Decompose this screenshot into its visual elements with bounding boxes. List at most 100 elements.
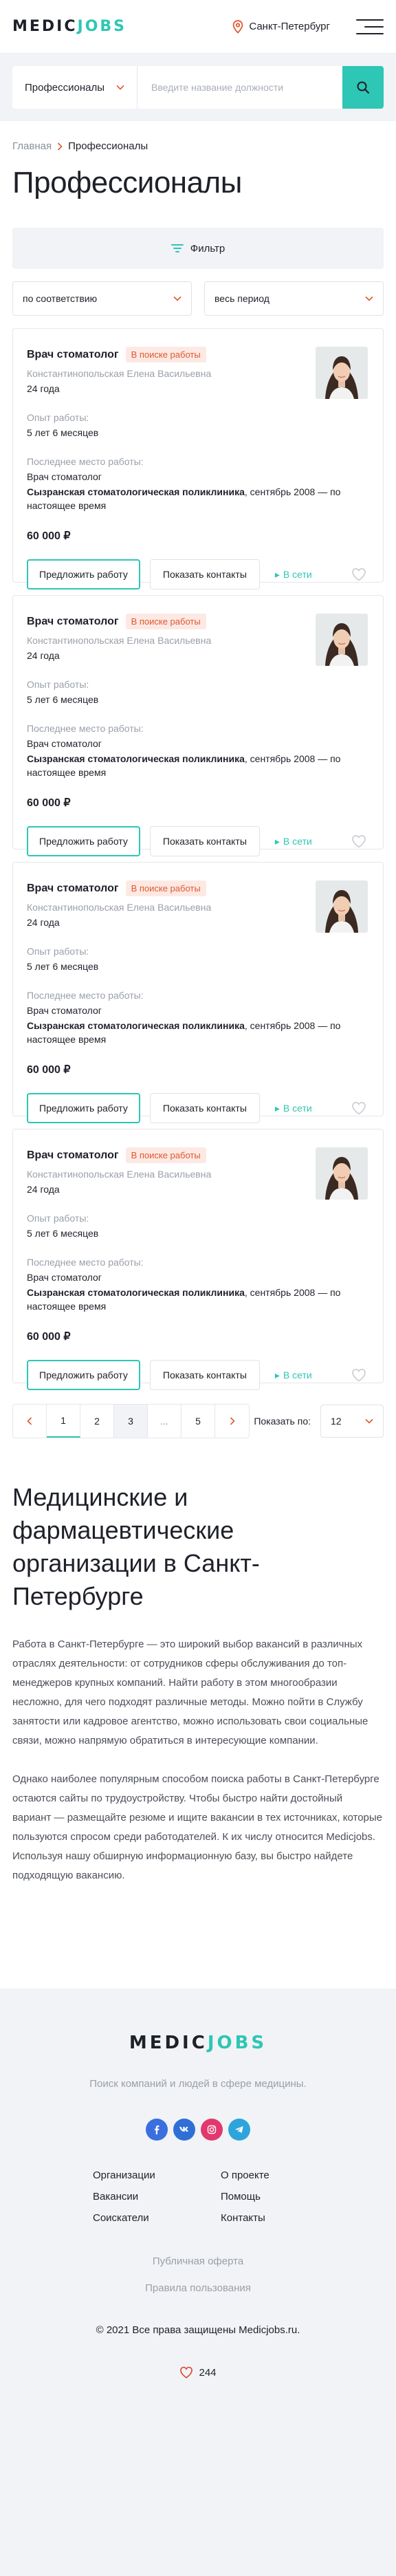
heart-icon[interactable] — [351, 1368, 366, 1382]
footer-link-vacancies[interactable]: Вакансии — [93, 2191, 221, 2202]
last-position: Врач стоматолог — [27, 738, 102, 749]
experience-label: Опыт работы: — [27, 679, 89, 690]
filter-button[interactable]: Фильтр — [12, 228, 384, 269]
last-workplace: Сызранская стоматологическая поликлиника… — [27, 1019, 369, 1046]
vk-icon[interactable] — [173, 2119, 195, 2141]
avatar — [316, 880, 368, 933]
candidate-card[interactable]: Врач стоматолог В поиске работы Констант… — [12, 862, 384, 1123]
prev-page-button[interactable] — [13, 1405, 47, 1438]
show-contacts-button[interactable]: Показать контакты — [149, 1360, 260, 1390]
heart-icon[interactable] — [351, 1101, 366, 1115]
seo-title: Медицинские и фармацевтические организац… — [12, 1483, 260, 1610]
city-name: Санкт-Петербург — [249, 21, 330, 32]
footer-link-help[interactable]: Помощь — [221, 2191, 303, 2202]
facebook-icon[interactable] — [146, 2119, 168, 2141]
candidate-position-title[interactable]: Врач стоматолог — [27, 616, 119, 628]
sort-order-select[interactable]: по соответствию — [12, 281, 192, 316]
offer-job-button[interactable]: Предложить работу — [27, 559, 140, 589]
instagram-icon[interactable] — [201, 2119, 223, 2141]
next-page-button[interactable] — [215, 1405, 249, 1438]
candidate-position-title[interactable]: Врач стоматолог — [27, 349, 119, 361]
per-page-value: 12 — [331, 1416, 342, 1427]
offer-job-button[interactable]: Предложить работу — [27, 1093, 140, 1123]
candidate-list: Врач стоматолог В поиске работы Констант… — [12, 328, 384, 1390]
candidate-card[interactable]: Врач стоматолог В поиске работы Констант… — [12, 595, 384, 856]
social-links — [0, 2119, 396, 2141]
salary: 60 000 ₽ — [27, 1064, 71, 1076]
online-status: ▸ В сети — [275, 569, 312, 581]
online-label: В сети — [283, 836, 312, 847]
footer-link-candidates[interactable]: Соискатели — [93, 2212, 221, 2224]
likes-counter[interactable]: 244 — [0, 2366, 396, 2379]
show-contacts-button[interactable]: Показать контакты — [149, 826, 260, 856]
breadcrumb: Главная Профессионалы — [12, 140, 384, 152]
footer-logo[interactable]: MEDICJOBS — [0, 2033, 396, 2053]
pagination-row: 1 2 3 ... 5 Показать по: 12 — [12, 1404, 384, 1438]
status-badge: В поиске работы — [125, 614, 206, 629]
logo-text-medic: MEDIC — [12, 18, 78, 35]
online-status: ▸ В сети — [275, 1103, 312, 1114]
candidate-position-title[interactable]: Врач стоматолог — [27, 1149, 119, 1162]
hamburger-menu-icon[interactable] — [356, 19, 384, 35]
last-place-label: Последнее место работы: — [27, 1257, 144, 1268]
experience-value: 5 лет 6 месяцев — [27, 694, 99, 705]
last-place-label: Последнее место работы: — [27, 456, 144, 467]
page-5[interactable]: 5 — [182, 1405, 215, 1438]
offer-job-button[interactable]: Предложить работу — [27, 826, 140, 856]
candidate-card[interactable]: Врач стоматолог В поиске работы Констант… — [12, 1129, 384, 1390]
footer-link-contacts[interactable]: Контакты — [221, 2212, 303, 2224]
heart-icon[interactable] — [351, 567, 366, 581]
telegram-icon[interactable] — [228, 2119, 250, 2141]
show-contacts-button[interactable]: Показать контакты — [149, 559, 260, 589]
clinic-name: Сызранская стоматологическая поликлиника — [27, 1020, 245, 1031]
avatar — [316, 1147, 368, 1200]
search-input[interactable] — [138, 66, 342, 109]
footer-tagline: Поиск компаний и людей в сфере медицины. — [89, 2078, 307, 2090]
heart-icon[interactable] — [351, 834, 366, 848]
city-selector[interactable]: Санкт-Петербург — [232, 19, 330, 34]
logo-text-jobs: JOBS — [207, 2033, 267, 2053]
chevron-down-icon — [365, 296, 373, 301]
online-label: В сети — [283, 1370, 312, 1381]
page-2[interactable]: 2 — [80, 1405, 114, 1438]
experience-label: Опыт работы: — [27, 1213, 89, 1224]
online-dot-icon: ▸ — [274, 1102, 280, 1114]
main-content: Главная Профессионалы Профессионалы Филь… — [0, 140, 396, 1885]
page-3[interactable]: 3 — [114, 1405, 148, 1438]
last-workplace: Сызранская стоматологическая поликлиника… — [27, 752, 369, 779]
salary: 60 000 ₽ — [27, 1331, 71, 1343]
chevron-left-icon — [27, 1417, 32, 1425]
last-place-label: Последнее место работы: — [27, 723, 144, 734]
experience-value: 5 лет 6 месяцев — [27, 427, 99, 438]
page-1[interactable]: 1 — [47, 1405, 80, 1438]
online-label: В сети — [283, 1103, 312, 1114]
online-status: ▸ В сети — [275, 1370, 312, 1381]
public-offer-link[interactable]: Публичная оферта — [0, 2255, 396, 2267]
last-position: Врач стоматолог — [27, 1272, 102, 1283]
terms-of-use-link[interactable]: Правила пользования — [0, 2282, 396, 2294]
show-contacts-button[interactable]: Показать контакты — [149, 1093, 260, 1123]
footer-link-organizations[interactable]: Организации — [93, 2169, 221, 2181]
sort-period-select[interactable]: весь период — [204, 281, 384, 316]
search-category-select[interactable]: Профессионалы — [12, 66, 138, 109]
footer-links: Организации О проекте Вакансии Помощь Со… — [0, 2169, 396, 2224]
chevron-right-icon — [230, 1417, 235, 1425]
search-button[interactable] — [342, 66, 384, 109]
logo-text-jobs: JOBS — [77, 18, 127, 35]
candidate-card[interactable]: Врач стоматолог В поиске работы Констант… — [12, 328, 384, 589]
chevron-down-icon — [365, 1418, 373, 1424]
site-logo[interactable]: MEDICJOBS — [12, 18, 126, 35]
candidate-position-title[interactable]: Врач стоматолог — [27, 883, 119, 895]
breadcrumb-home-link[interactable]: Главная — [12, 140, 52, 152]
online-dot-icon: ▸ — [274, 835, 280, 847]
footer-link-about[interactable]: О проекте — [221, 2169, 303, 2181]
per-page-select[interactable]: 12 — [320, 1405, 384, 1438]
avatar — [316, 347, 368, 399]
offer-job-button[interactable]: Предложить работу — [27, 1360, 140, 1390]
salary: 60 000 ₽ — [27, 530, 71, 542]
candidate-photo — [316, 1147, 368, 1200]
site-footer: MEDICJOBS Поиск компаний и людей в сфере… — [0, 1989, 396, 2576]
candidate-photo — [316, 614, 368, 666]
online-status: ▸ В сети — [275, 836, 312, 847]
breadcrumb-current: Профессионалы — [68, 140, 148, 152]
